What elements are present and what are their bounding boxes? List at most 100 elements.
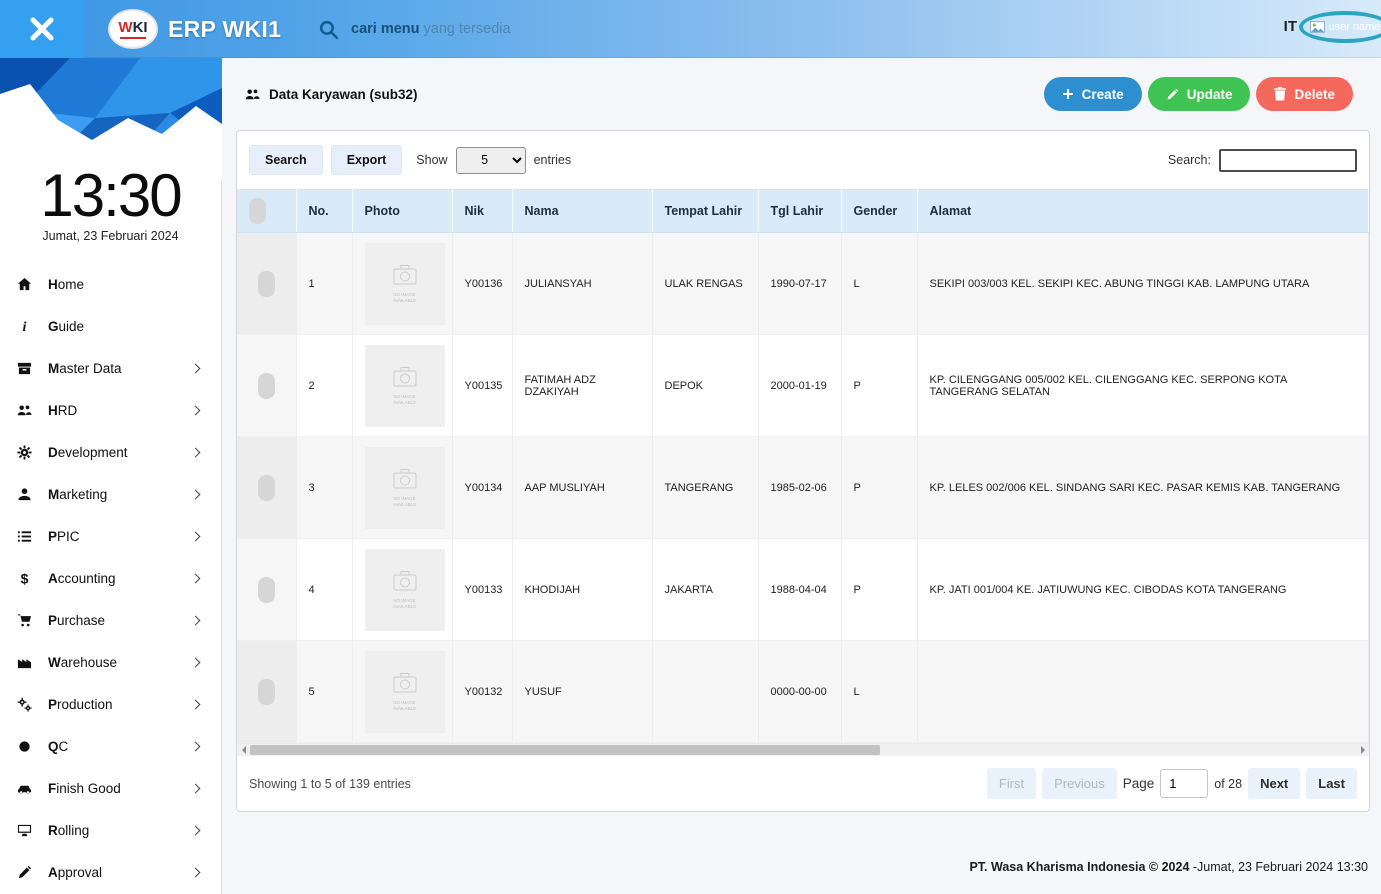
table-export-button[interactable]: Export <box>331 145 403 175</box>
chevron-right-icon <box>191 699 201 709</box>
table-row: 4 NO IMAGE AVAILABLE Y00133 KHODIJAH JAK… <box>237 539 1369 641</box>
data-table: No.PhotoNikNamaTempat LahirTgl LahirGend… <box>237 189 1369 743</box>
sidebar-item-marketing[interactable]: Marketing <box>0 473 221 515</box>
cell-tgl-lahir: 2000-01-19 <box>758 335 841 437</box>
cell-nama: FATIMAH ADZ DZAKIYAH <box>512 335 652 437</box>
delete-button[interactable]: Delete <box>1256 77 1353 111</box>
sidebar-item-purchase[interactable]: Purchase <box>0 599 221 641</box>
next-page-button[interactable]: Next <box>1248 768 1300 799</box>
chevron-right-icon <box>191 825 201 835</box>
users-icon <box>14 403 34 418</box>
no-image-label: NO IMAGE AVAILABLE <box>388 496 422 508</box>
user-menu-button[interactable]: user name <box>1299 11 1381 43</box>
main-content: Data Karyawan (sub32) Create Update Dele… <box>222 58 1381 894</box>
breadcrumb: Data Karyawan (sub32) <box>244 87 418 102</box>
update-button[interactable]: Update <box>1148 77 1251 111</box>
sidebar-item-development[interactable]: Development <box>0 431 221 473</box>
cell-nik: Y00132 <box>452 641 512 743</box>
cell-photo: NO IMAGE AVAILABLE <box>352 641 452 743</box>
arrow-left-icon <box>242 746 246 754</box>
wki-logo: WKI <box>108 9 158 49</box>
user-icon <box>14 487 34 502</box>
select-all-checkbox[interactable] <box>249 198 266 224</box>
table-row: 2 NO IMAGE AVAILABLE Y00135 FATIMAH ADZ … <box>237 335 1369 437</box>
sidebar-item-rolling[interactable]: Rolling <box>0 809 221 851</box>
sidebar-item-ppic[interactable]: PPIC <box>0 515 221 557</box>
brand-area[interactable]: WKI ERP WKI1 <box>108 0 281 58</box>
gears-icon <box>14 697 34 712</box>
cell-nik: Y00134 <box>452 437 512 539</box>
photo-placeholder: NO IMAGE AVAILABLE <box>365 345 445 427</box>
previous-page-button[interactable]: Previous <box>1042 768 1117 799</box>
industry-icon <box>14 655 34 670</box>
page-size-select[interactable]: 5 <box>456 147 526 174</box>
row-checkbox[interactable] <box>258 577 275 603</box>
column-header: Photo <box>352 190 452 233</box>
content-header: Data Karyawan (sub32) Create Update Dele… <box>222 58 1381 130</box>
sidebar-item-production[interactable]: Production <box>0 683 221 725</box>
scrollbar-thumb[interactable] <box>250 745 880 755</box>
last-page-button[interactable]: Last <box>1306 768 1357 799</box>
camera-icon <box>391 468 419 493</box>
row-select-cell <box>237 641 296 743</box>
row-checkbox[interactable] <box>258 679 275 705</box>
cell-photo: NO IMAGE AVAILABLE <box>352 233 452 335</box>
row-checkbox[interactable] <box>258 475 275 501</box>
cell-gender: L <box>841 641 917 743</box>
cell-tempat-lahir: JAKARTA <box>652 539 758 641</box>
column-header: Nama <box>512 190 652 233</box>
page-number-input[interactable] <box>1160 769 1208 798</box>
sidebar-item-qc[interactable]: QC <box>0 725 221 767</box>
first-page-button[interactable]: First <box>987 768 1036 799</box>
search-icon <box>318 19 339 40</box>
horizontal-scrollbar[interactable] <box>237 743 1369 756</box>
column-header: No. <box>296 190 352 233</box>
table-toolbar: Search Export Show 5 entries Search: <box>237 131 1369 189</box>
photo-placeholder: NO IMAGE AVAILABLE <box>365 447 445 529</box>
row-select-cell <box>237 539 296 641</box>
chevron-right-icon <box>191 783 201 793</box>
sidebar-item-guide[interactable]: i Guide <box>0 305 221 347</box>
cell-alamat: KP. CILENGGANG 005/002 KEL. CILENGGANG K… <box>917 335 1369 437</box>
scroll-right-button[interactable] <box>1356 744 1369 756</box>
chevron-right-icon <box>191 531 201 541</box>
cell-tempat-lahir: ULAK RENGAS <box>652 233 758 335</box>
footer-datetime: -Jumat, 23 Februari 2024 13:30 <box>1189 860 1368 874</box>
sidebar-item-hrd[interactable]: HRD <box>0 389 221 431</box>
arrow-right-icon <box>1361 746 1365 754</box>
filter-label: Search: <box>1168 153 1211 167</box>
broken-image-icon <box>1310 21 1325 33</box>
table-header-row: No.PhotoNikNamaTempat LahirTgl LahirGend… <box>237 190 1369 233</box>
cell-photo: NO IMAGE AVAILABLE <box>352 539 452 641</box>
sidebar-item-master-data[interactable]: Master Data <box>0 347 221 389</box>
show-label: Show <box>416 153 447 167</box>
cell-alamat: KP. JATI 001/004 KE. JATIUWUNG KEC. CIBO… <box>917 539 1369 641</box>
top-bar: WKI ERP WKI1 cari menuyang tersedia IT u… <box>0 0 1381 58</box>
sidebar-toggle-button[interactable] <box>0 0 84 58</box>
home-icon <box>14 277 34 292</box>
scrollbar-track[interactable] <box>250 744 1356 756</box>
sidebar-item-home[interactable]: Home <box>0 263 221 305</box>
row-checkbox[interactable] <box>258 373 275 399</box>
sidebar-item-accounting[interactable]: $ Accounting <box>0 557 221 599</box>
column-header: Nik <box>452 190 512 233</box>
dollar-icon: $ <box>14 571 34 586</box>
page-count-label: of 28 <box>1214 777 1242 791</box>
table-footer: Showing 1 to 5 of 139 entries First Prev… <box>237 756 1369 811</box>
table-filter-input[interactable] <box>1219 149 1357 172</box>
scroll-left-button[interactable] <box>237 744 250 756</box>
cell-tgl-lahir: 1990-07-17 <box>758 233 841 335</box>
menu-search-input[interactable]: cari menuyang tersedia <box>318 0 511 58</box>
cell-nik: Y00136 <box>452 233 512 335</box>
table-search-button[interactable]: Search <box>249 145 323 175</box>
pencil-icon <box>1166 88 1179 101</box>
sidebar-item-approval[interactable]: Approval <box>0 851 221 893</box>
svg-text:i: i <box>22 319 26 334</box>
create-button[interactable]: Create <box>1044 77 1142 111</box>
sidebar-item-finish-good[interactable]: Finish Good <box>0 767 221 809</box>
row-checkbox[interactable] <box>258 271 275 297</box>
column-header: Gender <box>841 190 917 233</box>
column-header: Tempat Lahir <box>652 190 758 233</box>
sidebar-item-warehouse[interactable]: Warehouse <box>0 641 221 683</box>
photo-placeholder: NO IMAGE AVAILABLE <box>365 243 445 325</box>
